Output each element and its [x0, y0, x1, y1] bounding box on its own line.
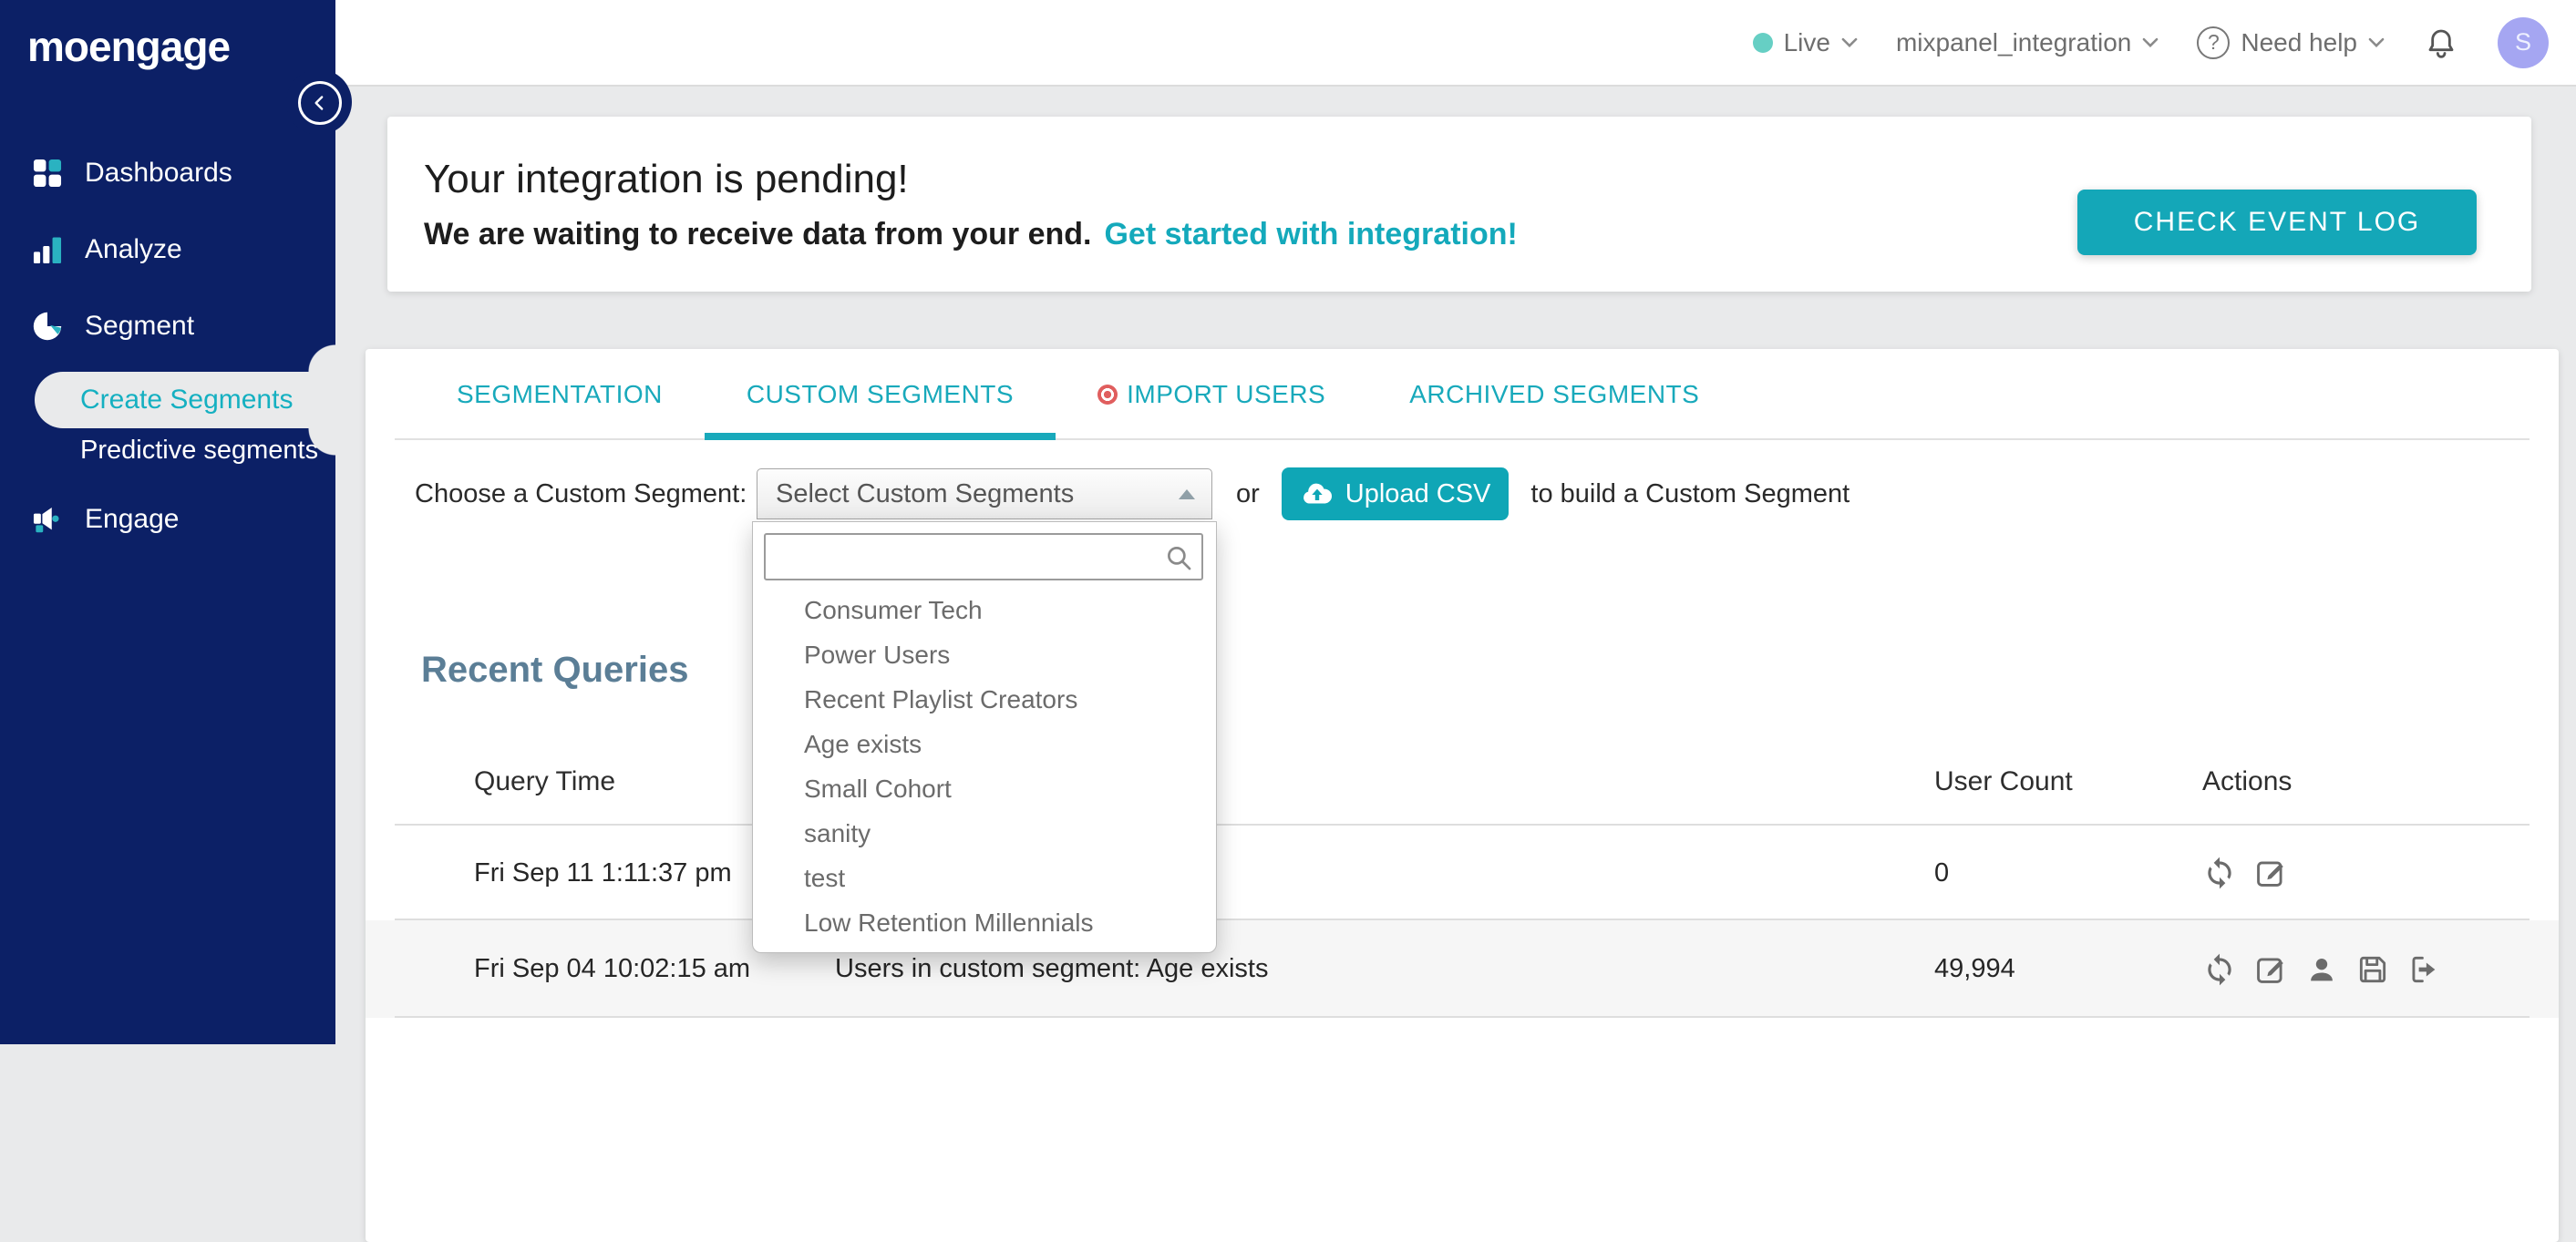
user-icon[interactable]: [2304, 952, 2339, 987]
tab-bar: SEGMENTATION CUSTOM SEGMENTS IMPORT USER…: [366, 349, 2559, 440]
integration-pending-banner: Your integration is pending! We are wait…: [387, 117, 2531, 292]
dropdown-option[interactable]: sanity: [753, 811, 1216, 856]
tab-label: CUSTOM SEGMENTS: [747, 380, 1014, 409]
get-started-link[interactable]: Get started with integration!: [1104, 217, 1517, 251]
cell-actions: [2202, 952, 2559, 987]
grid-icon: [30, 156, 65, 190]
dropdown-option[interactable]: Low Retention Millennials: [753, 900, 1216, 945]
bell-icon[interactable]: [2423, 25, 2459, 61]
export-icon[interactable]: [2406, 952, 2441, 987]
upload-csv-label: Upload CSV: [1345, 479, 1491, 509]
tab-label: ARCHIVED SEGMENTS: [1409, 380, 1699, 409]
help-label: Need help: [2241, 28, 2357, 57]
chevron-down-icon: [2142, 37, 2159, 48]
sidebar-item-analyze[interactable]: Analyze: [0, 211, 335, 288]
sidebar-item-label: Segment: [85, 311, 194, 342]
table-row: Fri Sep 11 1:11:37 pm 0: [366, 826, 2559, 920]
cell-query-time: Fri Sep 04 10:02:15 am: [474, 954, 835, 984]
edit-icon[interactable]: [2253, 952, 2288, 987]
cell-description: Users in custom segment: Age exists: [835, 954, 1934, 984]
dropdown-option[interactable]: Age exists: [753, 722, 1216, 766]
sidebar-item-segment[interactable]: Segment: [0, 288, 335, 364]
tab-import-users[interactable]: IMPORT USERS: [1056, 349, 1367, 440]
custom-segment-select[interactable]: Select Custom Segments: [757, 468, 1212, 519]
dropdown-option[interactable]: Small Cohort: [753, 766, 1216, 811]
megaphone-icon: [30, 502, 65, 537]
banner-subtitle-text: We are waiting to receive data from your…: [424, 217, 1091, 251]
upload-csv-button[interactable]: Upload CSV: [1282, 467, 1510, 520]
sidebar-item-label: Engage: [85, 504, 179, 535]
triangle-up-icon: [1179, 489, 1195, 499]
custom-segment-select-wrap: Select Custom Segments Consumer Tech Pow…: [757, 468, 1212, 519]
cloud-upload-icon: [1300, 477, 1334, 511]
tab-custom-segments[interactable]: CUSTOM SEGMENTS: [705, 349, 1056, 440]
help-menu[interactable]: ? Need help: [2197, 26, 2385, 59]
tab-label: IMPORT USERS: [1127, 380, 1325, 409]
table-header-row: Query Time User Count Actions: [366, 738, 2559, 826]
segments-card: SEGMENTATION CUSTOM SEGMENTS IMPORT USER…: [366, 349, 2559, 1242]
dropdown-option[interactable]: test: [753, 856, 1216, 900]
dropdown-option[interactable]: Consumer Tech: [753, 588, 1216, 632]
workspace-switcher[interactable]: mixpanel_integration: [1896, 28, 2159, 57]
sidebar-item-create-segments[interactable]: Create Segments: [35, 372, 335, 428]
refresh-icon[interactable]: [2202, 952, 2237, 987]
bar-chart-icon: [30, 232, 65, 267]
environment-label: Live: [1784, 28, 1830, 57]
dropdown-search-box: [764, 533, 1203, 580]
select-value: Select Custom Segments: [776, 479, 1074, 509]
sidebar-nav: Dashboards Analyze Segment Create Segmen…: [0, 135, 335, 558]
edit-icon[interactable]: [2253, 856, 2288, 890]
environment-switcher[interactable]: Live: [1753, 28, 1858, 57]
refresh-icon[interactable]: [2202, 856, 2237, 890]
topbar: Live mixpanel_integration ? Need help S: [335, 0, 2576, 87]
table-row: Fri Sep 04 10:02:15 am Users in custom s…: [366, 920, 2559, 1018]
chevron-down-icon: [1841, 37, 1858, 48]
pie-chart-icon: [30, 309, 65, 344]
sidebar: moengage Dashboards Analyze Seg: [0, 0, 335, 1044]
chevron-left-icon: [308, 91, 332, 115]
or-text: or: [1236, 479, 1260, 509]
cell-user-count: 49,994: [1934, 954, 2202, 984]
custom-segment-dropdown: Consumer Tech Power Users Recent Playlis…: [752, 521, 1217, 953]
sidebar-item-label: Predictive segments: [80, 436, 318, 466]
sidebar-item-label: Analyze: [85, 234, 182, 265]
avatar[interactable]: S: [2498, 17, 2549, 68]
avatar-initial: S: [2515, 28, 2531, 56]
moengage-logo[interactable]: moengage: [0, 0, 335, 71]
sidebar-collapse-button[interactable]: [298, 81, 342, 125]
save-icon[interactable]: [2355, 952, 2390, 987]
column-actions: Actions: [2202, 766, 2559, 797]
check-event-log-button[interactable]: CHECK EVENT LOG: [2077, 190, 2477, 255]
tab-segmentation[interactable]: SEGMENTATION: [415, 349, 705, 440]
sidebar-item-label: Dashboards: [85, 158, 232, 189]
sidebar-item-predictive-segments[interactable]: Predictive segments: [0, 428, 335, 472]
cell-user-count: 0: [1934, 858, 2202, 888]
dropdown-search-input[interactable]: [766, 535, 1201, 579]
record-dot-icon: [1097, 385, 1118, 405]
chevron-down-icon: [2368, 37, 2385, 48]
question-circle-icon: ?: [2197, 26, 2230, 59]
search-icon: [1163, 542, 1194, 573]
live-dot: [1753, 33, 1773, 53]
cell-actions: [2202, 856, 2559, 890]
workspace-name: mixpanel_integration: [1896, 28, 2131, 57]
picker-suffix-text: to build a Custom Segment: [1530, 479, 1850, 509]
sidebar-item-label: Create Segments: [80, 385, 293, 416]
tab-label: SEGMENTATION: [457, 380, 663, 409]
sidebar-item-dashboards[interactable]: Dashboards: [0, 135, 335, 211]
tab-archived-segments[interactable]: ARCHIVED SEGMENTS: [1367, 349, 1741, 440]
main-content: Your integration is pending! We are wait…: [335, 87, 2576, 1044]
dropdown-option[interactable]: Recent Playlist Creators: [753, 677, 1216, 722]
recent-queries-title: Recent Queries: [421, 650, 2559, 691]
segment-picker-row: Choose a Custom Segment: Select Custom S…: [366, 467, 2559, 520]
recent-queries-table: Query Time User Count Actions Fri Sep 11…: [366, 738, 2559, 1018]
dropdown-option[interactable]: Power Users: [753, 632, 1216, 677]
sidebar-item-engage[interactable]: Engage: [0, 481, 335, 558]
column-user-count: User Count: [1934, 766, 2202, 797]
segment-picker-label: Choose a Custom Segment:: [415, 479, 757, 509]
